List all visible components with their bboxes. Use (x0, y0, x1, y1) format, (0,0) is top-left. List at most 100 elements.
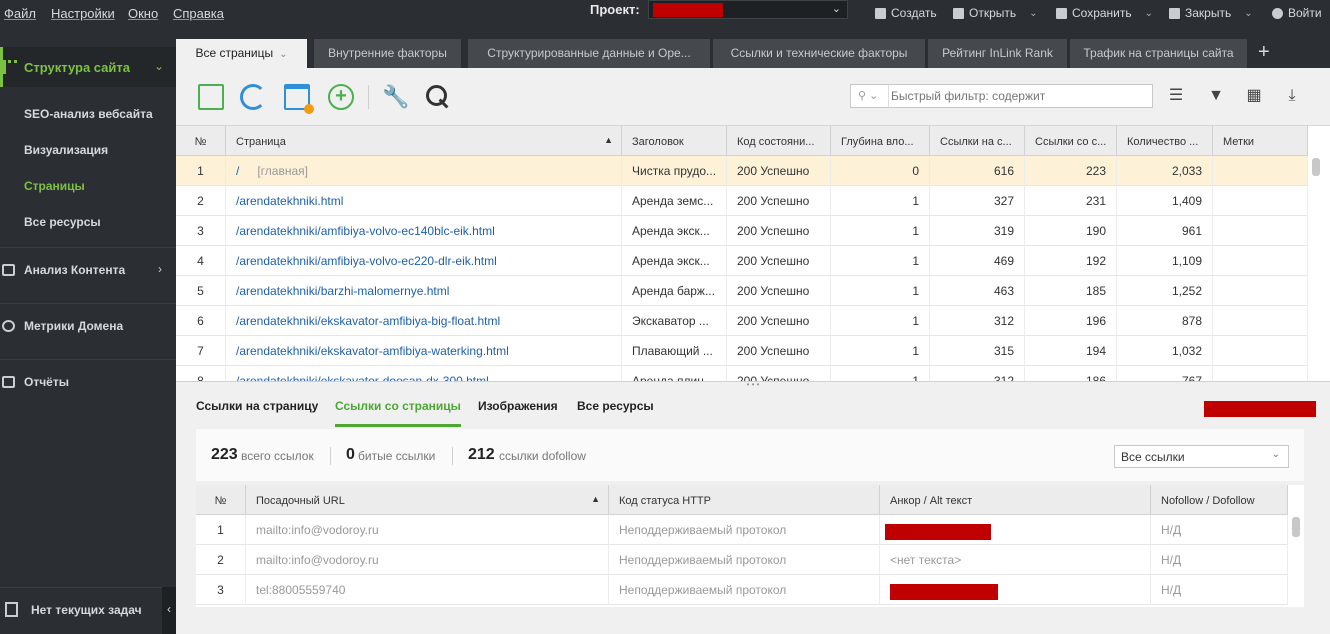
col-title[interactable]: Заголовок (622, 126, 727, 156)
col-count[interactable]: Количество ... (1117, 126, 1213, 156)
close-button[interactable]: Закрыть ⌄ (1169, 6, 1253, 20)
columns-list-icon[interactable]: ☰ (1166, 87, 1186, 105)
grid-view-icon[interactable]: ▦ (1244, 87, 1264, 105)
tab-internal-factors[interactable]: Внутренние факторы (314, 39, 462, 68)
table-scrollbar[interactable] (1312, 158, 1320, 176)
subtable-scrollbar[interactable] (1292, 517, 1300, 537)
table-row[interactable]: 7/arendatekhniki/ekskavator-amfibiya-wat… (176, 336, 1308, 366)
page-link[interactable]: /arendatekhniki/ekskavator-amfibiya-big-… (236, 314, 500, 328)
page-link[interactable]: /arendatekhniki/amfibiya-volvo-ec140blc-… (236, 224, 495, 238)
menu-help[interactable]: Справка (173, 6, 224, 21)
tasks-icon (5, 602, 18, 617)
col-http-status[interactable]: Код статуса HTTP (609, 485, 880, 515)
login-button[interactable]: Войти (1272, 6, 1322, 20)
sidebar-item-site-structure[interactable]: Структура сайта ⌄ (0, 47, 176, 87)
page-link[interactable]: / (236, 164, 239, 178)
save-button[interactable]: Сохранить ⌄ (1056, 6, 1153, 20)
table-row[interactable]: 3 tel:88005559740 Неподдерживаемый протоко… (196, 575, 1288, 605)
sidebar-item-seo-analysis[interactable]: SEO-анализ вебсайта (24, 107, 153, 121)
col-anchor[interactable]: Анкор / Alt текст (880, 485, 1151, 515)
sidebar-item-label: Отчёты (24, 375, 69, 389)
table-row[interactable]: 2/arendatekhniki.html Аренда земс... 200 У… (176, 186, 1308, 216)
sidebar-item-label: Анализ Контента (24, 263, 126, 277)
menu-window[interactable]: Окно (128, 6, 158, 21)
table-row[interactable]: 5/arendatekhniki/barzhi-malomernye.html А… (176, 276, 1308, 306)
sidebar-item-domain-metrics[interactable]: Метрики Домена (0, 303, 176, 345)
cell-count: 878 (1117, 306, 1213, 336)
table-row[interactable]: 3/arendatekhniki/amfibiya-volvo-ec140blc… (176, 216, 1308, 246)
project-select[interactable]: ⌄ (648, 0, 848, 19)
tab-structured-data[interactable]: Структурированные данные и Ope... (468, 39, 711, 68)
tab-all-pages[interactable]: Все страницы ⌄ (176, 39, 308, 68)
tab-inlink-rank[interactable]: Рейтинг InLink Rank (928, 39, 1068, 68)
cell-title: Чистка прудо... (622, 156, 727, 186)
gauge-icon (2, 320, 15, 332)
table-row[interactable]: 2 mailto:info@vodoroy.ru Неподдерживаемый … (196, 545, 1288, 575)
col-links-to[interactable]: Ссылки на с... (930, 126, 1025, 156)
table-row[interactable]: 6/arendatekhniki/ekskavator-amfibiya-big… (176, 306, 1308, 336)
add-tab-icon[interactable]: + (1258, 41, 1270, 64)
create-button[interactable]: Создать (875, 6, 937, 20)
sidebar-item-label: Структура сайта (24, 60, 130, 75)
filter-funnel-icon[interactable]: ▼ (1206, 87, 1226, 105)
toolbar: + 🔧 ⚲ ⌄ ☰ ▼ ▦ ⤓ (176, 68, 1330, 126)
refresh-icon[interactable] (240, 84, 266, 110)
tasks-status[interactable]: Нет текущих задач (0, 587, 162, 634)
menu-settings[interactable]: Настройки (51, 6, 115, 21)
table-row[interactable]: 1 / [главная] Чистка прудо... 200 Успешно 0 61… (176, 156, 1308, 186)
page-link[interactable]: /arendatekhniki.html (236, 194, 343, 208)
page-link[interactable]: /arendatekhniki/amfibiya-volvo-ec220-dlr… (236, 254, 497, 268)
add-icon[interactable]: + (328, 84, 354, 110)
cell-out: 231 (1025, 186, 1117, 216)
sidebar-item-all-resources[interactable]: Все ресурсы (24, 215, 101, 229)
col-depth[interactable]: Глубина вло... (831, 126, 930, 156)
tab-links-technical[interactable]: Ссылки и технические факторы (713, 39, 926, 68)
cell-n: 6 (176, 306, 226, 336)
quick-filter-input[interactable] (891, 87, 1149, 105)
save-icon (1056, 7, 1067, 19)
search-icon[interactable] (425, 84, 451, 110)
open-button[interactable]: Открыть ⌄ (953, 6, 1038, 20)
col-landing-url[interactable]: Посадочный URL ▲ (246, 485, 609, 515)
col-number[interactable]: № (176, 126, 226, 156)
cell-tags (1213, 156, 1308, 186)
filter-mode-dropdown[interactable]: ⚲ ⌄ (851, 85, 889, 107)
cell-depth: 0 (831, 156, 930, 186)
tab-all-resources[interactable]: Все ресурсы (577, 399, 654, 427)
panel-splitter[interactable]: • • • (176, 381, 1330, 389)
sidebar: Структура сайта ⌄ SEO-анализ вебсайта Ви… (0, 39, 176, 634)
col-follow[interactable]: Nofollow / Dofollow (1151, 485, 1288, 515)
menu-file[interactable]: Файл (4, 6, 36, 21)
schedule-icon[interactable] (284, 84, 314, 114)
redacted-anchor (885, 524, 991, 540)
save-label: Сохранить (1072, 6, 1132, 20)
cell-code: 200 Успешно (727, 216, 831, 246)
download-icon[interactable]: ⤓ (1282, 87, 1302, 105)
col-links-from[interactable]: Ссылки со с... (1025, 126, 1117, 156)
table-row[interactable]: 4/arendatekhniki/amfibiya-volvo-ec220-dl… (176, 246, 1308, 276)
page-link[interactable]: /arendatekhniki/ekskavator-amfibiya-wate… (236, 344, 509, 358)
col-number[interactable]: № (196, 485, 246, 515)
col-status-code[interactable]: Код состояни... (727, 126, 831, 156)
export-icon[interactable] (198, 84, 224, 110)
sidebar-item-content-analysis[interactable]: Анализ Контента › (0, 247, 176, 289)
sidebar-item-visualization[interactable]: Визуализация (24, 143, 108, 157)
col-page[interactable]: Страница ▲ (226, 126, 622, 156)
tab-links-from-page[interactable]: Ссылки со страницы (335, 399, 461, 427)
wrench-icon[interactable]: 🔧 (382, 84, 409, 110)
page-link[interactable]: /arendatekhniki/barzhi-malomernye.html (236, 284, 449, 298)
sidebar-item-pages[interactable]: Страницы (24, 179, 85, 193)
cell-depth: 1 (831, 306, 930, 336)
cell-n: 5 (176, 276, 226, 306)
cell-tags (1213, 336, 1308, 366)
collapse-sidebar-button[interactable]: ‹ (162, 587, 176, 634)
table-row[interactable]: 1 mailto:info@vodoroy.ru Неподдерживаемый … (196, 515, 1288, 545)
cell-depth: 1 (831, 276, 930, 306)
tab-links-to-page[interactable]: Ссылки на страницу (196, 399, 318, 427)
tab-page-traffic[interactable]: Трафик на страницы сайта (1070, 39, 1248, 68)
tab-images[interactable]: Изображения (478, 399, 558, 427)
col-tags[interactable]: Метки (1213, 126, 1308, 156)
links-type-select[interactable]: Все ссылки ⌄ (1114, 445, 1289, 468)
cell-url: tel:88005559740 (246, 575, 609, 605)
sidebar-item-reports[interactable]: Отчёты (0, 359, 176, 401)
